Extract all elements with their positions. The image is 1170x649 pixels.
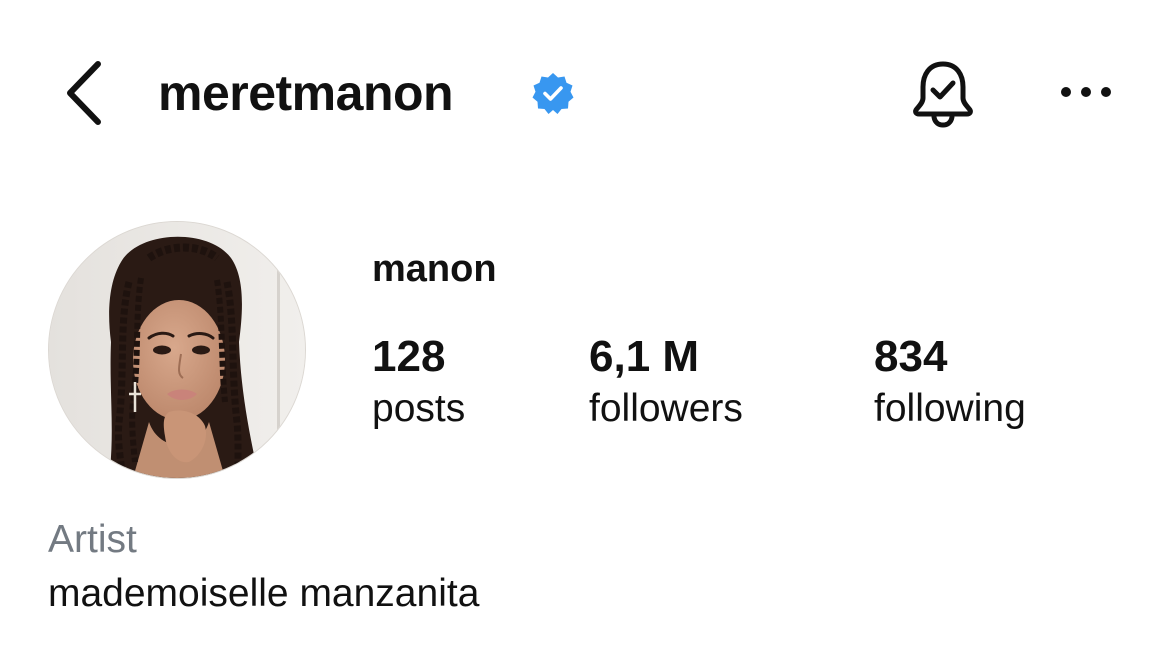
followers-stat[interactable]: 6,1 M followers [589,330,743,434]
back-button[interactable] [56,58,112,128]
followers-count: 6,1 M [589,332,700,381]
profile-header: meretmanon [0,0,1170,190]
notifications-button[interactable] [904,54,982,132]
profile-category: Artist [48,518,137,561]
posts-count: 128 [372,332,446,381]
posts-label: posts [372,387,466,430]
following-count: 834 [874,332,948,381]
chevron-left-icon [67,61,101,125]
profile-photo [49,222,305,478]
verified-badge-icon [532,73,574,114]
profile-display-name: manon [372,248,497,290]
bell-check-icon [913,61,973,128]
more-options-button[interactable] [1056,72,1116,112]
profile-bio: mademoiselle manzanita [48,572,480,615]
following-label: following [874,387,1026,430]
posts-stat[interactable]: 128 posts [372,330,465,434]
following-stat[interactable]: 834 following [874,330,1026,434]
profile-avatar[interactable] [48,221,306,479]
more-horizontal-icon [1061,87,1111,97]
header-username: meretmanon [158,65,454,121]
followers-label: followers [589,387,743,430]
